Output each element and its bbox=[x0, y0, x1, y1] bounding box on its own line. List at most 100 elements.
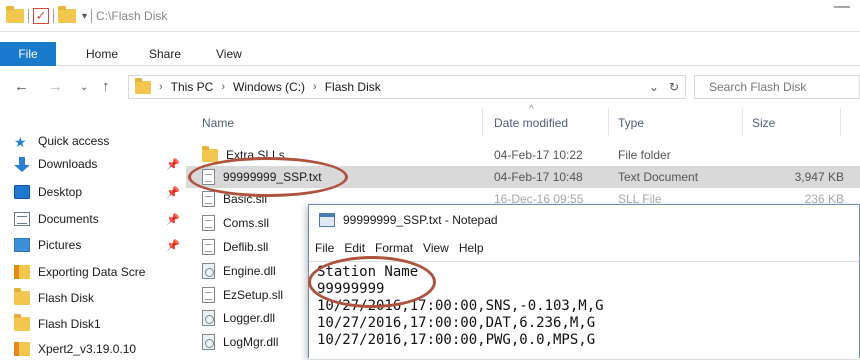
toolbar-separator bbox=[28, 9, 29, 23]
ribbon-tabs: File Home Share View bbox=[0, 42, 860, 66]
column-divider[interactable] bbox=[608, 108, 609, 136]
file-name: EzSetup.sll bbox=[223, 288, 284, 302]
dll-icon bbox=[202, 263, 215, 279]
properties-check-icon[interactable]: ✓ bbox=[33, 8, 49, 24]
breadcrumb-this-pc[interactable]: This PC bbox=[171, 80, 214, 94]
file-name: Basic.sll bbox=[223, 192, 268, 206]
menu-format[interactable]: Format bbox=[375, 241, 413, 255]
file-type: Text Document bbox=[618, 170, 699, 184]
tab-view[interactable]: View bbox=[216, 42, 242, 66]
nav-item-label: Downloads bbox=[38, 157, 98, 171]
tab-share[interactable]: Share bbox=[149, 42, 181, 66]
breadcrumb-windows-c[interactable]: Windows (C:) bbox=[233, 80, 305, 94]
refresh-icon[interactable]: ↻ bbox=[669, 80, 679, 94]
pin-icon[interactable]: 📌 bbox=[166, 158, 180, 171]
table-row[interactable]: Extra SLLs 04-Feb-17 10:22 File folder bbox=[186, 144, 860, 166]
notepad-menu-bar: File Edit Format View Help bbox=[309, 237, 859, 259]
column-divider[interactable] bbox=[482, 108, 483, 136]
star-icon: ★ bbox=[14, 134, 27, 150]
nav-item-quick-access[interactable]: ★ Quick access bbox=[14, 130, 109, 152]
column-header-row: ^ Name Date modified Type Size bbox=[186, 104, 860, 138]
quick-access-toolbar: ✓ ▾ C:\Flash Disk bbox=[6, 6, 168, 25]
address-dropdown-icon[interactable]: ⌄ bbox=[649, 80, 659, 94]
pin-icon[interactable]: 📌 bbox=[166, 213, 180, 226]
menu-help[interactable]: Help bbox=[459, 241, 484, 255]
navigation-pane: ★ Quick access Downloads 📌 Desktop 📌 Doc… bbox=[0, 120, 186, 358]
file-name: Extra SLLs bbox=[226, 148, 285, 162]
folder-icon bbox=[135, 77, 151, 94]
nav-item-flash-disk[interactable]: Flash Disk bbox=[14, 287, 94, 309]
file-name: 99999999_SSP.txt bbox=[223, 170, 322, 184]
download-arrow-icon bbox=[14, 157, 30, 172]
column-divider[interactable] bbox=[840, 108, 841, 136]
dll-icon bbox=[202, 310, 215, 326]
folder-icon bbox=[14, 265, 30, 279]
column-header-type[interactable]: Type bbox=[618, 116, 644, 130]
file-date: 04-Feb-17 10:22 bbox=[494, 148, 583, 162]
nav-item-label: Flash Disk1 bbox=[38, 317, 101, 331]
customize-toolbar-dropdown-icon[interactable]: ▾ bbox=[82, 11, 87, 22]
back-arrow-icon[interactable]: ← bbox=[14, 78, 29, 95]
file-icon bbox=[202, 191, 215, 207]
nav-item-label: Quick access bbox=[38, 134, 110, 148]
table-row-selected[interactable]: 99999999_SSP.txt 04-Feb-17 10:48 Text Do… bbox=[186, 166, 860, 188]
folder-icon bbox=[202, 145, 218, 162]
pin-icon[interactable]: 📌 bbox=[166, 186, 180, 199]
recent-locations-dropdown-icon[interactable]: ⌄ bbox=[80, 82, 88, 93]
up-arrow-icon[interactable]: ↑ bbox=[102, 78, 110, 95]
nav-item-downloads[interactable]: Downloads bbox=[14, 153, 97, 175]
notepad-window[interactable]: 99999999_SSP.txt - Notepad File Edit For… bbox=[308, 204, 860, 359]
search-input[interactable]: Search Flash Disk bbox=[694, 75, 860, 99]
chevron-right-icon[interactable]: › bbox=[221, 81, 225, 93]
window-title: C:\Flash Disk bbox=[96, 9, 168, 23]
address-bar[interactable]: › This PC › Windows (C:) › Flash Disk ⌄ … bbox=[128, 75, 686, 99]
nav-item-exporting-data[interactable]: Exporting Data Scre bbox=[14, 261, 145, 283]
notepad-icon[interactable] bbox=[319, 213, 335, 227]
toolbar-separator bbox=[53, 9, 54, 23]
nav-item-label: Desktop bbox=[38, 185, 83, 199]
notepad-text-area[interactable]: Station Name 99999999 10/27/2016,17:00:00,… bbox=[309, 261, 859, 359]
notepad-title: 99999999_SSP.txt - Notepad bbox=[343, 213, 498, 227]
chevron-right-icon[interactable]: › bbox=[159, 81, 163, 93]
folder-icon bbox=[14, 342, 30, 356]
menu-edit[interactable]: Edit bbox=[344, 241, 365, 255]
nav-item-label: Exporting Data Scre bbox=[38, 265, 146, 279]
nav-item-label: Documents bbox=[38, 212, 99, 226]
nav-item-pictures[interactable]: Pictures bbox=[14, 234, 81, 256]
chevron-right-icon[interactable]: › bbox=[313, 81, 317, 93]
folder-icon[interactable] bbox=[6, 6, 24, 23]
column-header-date-modified[interactable]: Date modified bbox=[494, 116, 568, 130]
menu-file[interactable]: File bbox=[315, 241, 334, 255]
tab-file[interactable]: File bbox=[0, 42, 56, 66]
notepad-title-bar[interactable]: 99999999_SSP.txt - Notepad bbox=[309, 205, 859, 235]
file-icon bbox=[202, 287, 215, 303]
nav-item-label: Pictures bbox=[38, 238, 82, 252]
pin-icon[interactable]: 📌 bbox=[166, 239, 180, 252]
menu-view[interactable]: View bbox=[423, 241, 449, 255]
column-header-size[interactable]: Size bbox=[752, 116, 775, 130]
file-icon bbox=[202, 239, 215, 255]
column-divider[interactable] bbox=[742, 108, 743, 136]
tab-home[interactable]: Home bbox=[86, 42, 118, 66]
new-folder-icon[interactable] bbox=[58, 6, 76, 23]
nav-item-flash-disk1[interactable]: Flash Disk1 bbox=[14, 313, 101, 335]
minimize-button[interactable]: — bbox=[832, 0, 852, 16]
breadcrumb-flash-disk[interactable]: Flash Disk bbox=[325, 80, 381, 94]
nav-item-documents[interactable]: Documents bbox=[14, 208, 99, 230]
desktop-icon bbox=[14, 185, 30, 199]
nav-item-desktop[interactable]: Desktop bbox=[14, 181, 82, 203]
text-line: Station Name bbox=[317, 264, 419, 280]
sort-ascending-icon: ^ bbox=[529, 104, 534, 115]
file-name: Coms.sll bbox=[223, 216, 270, 230]
forward-arrow-icon[interactable]: → bbox=[48, 78, 63, 95]
nav-item-label: Flash Disk bbox=[38, 291, 95, 305]
documents-icon bbox=[14, 212, 30, 226]
column-header-name[interactable]: Name bbox=[202, 116, 234, 130]
navigation-row: ← → ⌄ ↑ › This PC › Windows (C:) › Flash… bbox=[0, 72, 860, 102]
text-line: 99999999 bbox=[317, 281, 385, 297]
nav-item-xpert2[interactable]: Xpert2_v3.19.0.10 bbox=[14, 338, 136, 360]
title-bar: ✓ ▾ C:\Flash Disk — bbox=[0, 0, 860, 32]
file-icon bbox=[202, 215, 215, 231]
toolbar-separator bbox=[91, 9, 93, 23]
folder-icon bbox=[14, 288, 30, 305]
